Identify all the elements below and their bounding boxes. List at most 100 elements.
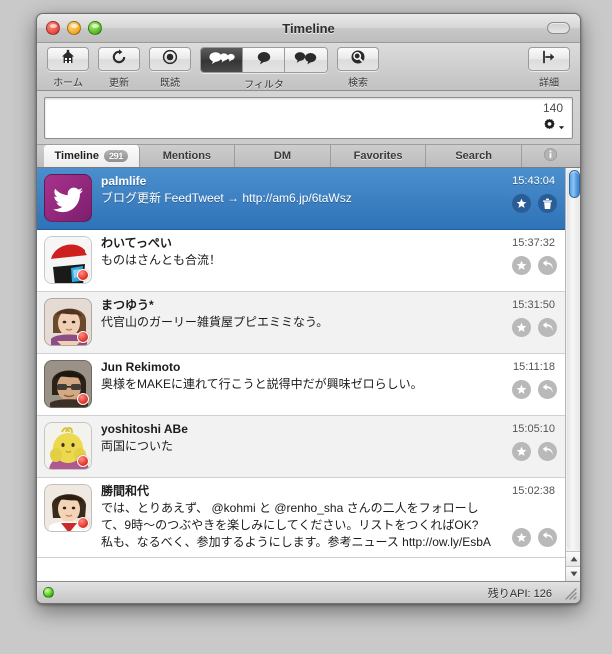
avatar[interactable] [44,236,92,284]
table-row[interactable]: まつゆう* 代官山のガーリー雑貨屋プピエミミなう。 15:31:50 [37,292,565,354]
detail-icon [541,49,557,70]
detail-button[interactable] [528,47,570,71]
filter-single[interactable] [243,48,285,72]
refresh-button-group: 更新 [98,47,140,89]
screen-name[interactable]: palmlife [101,174,493,189]
vertical-scrollbar[interactable] [565,168,580,581]
unread-indicator [77,331,89,343]
favorite-button[interactable] [512,380,531,399]
avatar[interactable] [44,484,92,532]
tab-search-label: Search [455,150,493,162]
compose-input[interactable] [50,101,490,137]
filter-segmented-group: フィルタ [200,47,328,91]
table-row[interactable]: palmlife ブログ更新 FeedTweet → http://am6.jp… [37,168,565,230]
favorite-button[interactable] [512,528,531,547]
unread-indicator [77,393,89,405]
filter-conversation[interactable] [285,48,327,72]
scrollbar-thumb[interactable] [569,170,580,198]
row-actions [512,380,557,399]
avatar[interactable] [44,298,92,346]
row-actions [512,318,557,337]
tab-timeline-badge: 291 [103,150,129,162]
application-window: Timeline ホーム 更新 既読 フィルタ 検索 詳細 140 Timeli… [36,13,581,604]
timeline-list-container: palmlife ブログ更新 FeedTweet → http://am6.jp… [37,168,580,582]
tab-search[interactable]: Search [426,145,522,167]
trash-icon [543,198,552,209]
screen-name[interactable]: Jun Rekimoto [101,360,493,375]
compose-options-button[interactable] [543,118,565,136]
avatar[interactable] [44,422,92,470]
favorite-button[interactable] [512,194,531,213]
tab-timeline-label: Timeline [54,150,99,162]
timestamp: 15:37:32 [512,237,555,249]
tweet-text: 奥様をMAKEに連れて行こうと説得中だが興味ゼロらしい。 [101,377,423,391]
table-row[interactable]: yoshitoshi ABe 両国についた 15:05:10 [37,416,565,478]
favorite-button[interactable] [512,256,531,275]
reply-button[interactable] [538,318,557,337]
timestamp: 15:05:10 [512,423,555,435]
minimize-button[interactable] [67,21,81,35]
scroll-down-arrow[interactable] [566,566,580,581]
search-icon [350,49,366,70]
mark-read-button[interactable] [149,47,191,71]
table-row[interactable]: わいてっぺい ものはさんとも合流！ 15:37:32 [37,230,565,292]
tab-info[interactable] [521,145,580,167]
home-button[interactable] [47,47,89,71]
tweet-body: Jun Rekimoto 奥様をMAKEに連れて行こうと説得中だが興味ゼロらしい… [101,360,557,409]
resize-grip[interactable] [564,587,577,600]
timestamp: 15:31:50 [512,299,555,311]
favorite-button[interactable] [512,318,531,337]
avatar[interactable] [44,360,92,408]
tab-mentions[interactable]: Mentions [139,145,236,167]
zoom-button[interactable] [88,21,102,35]
scrollbar-track[interactable] [567,168,580,551]
filter-all[interactable] [201,48,243,72]
close-button[interactable] [46,21,60,35]
reply-icon [542,532,553,542]
mark-read-icon [162,49,178,70]
all-tweets-icon [209,51,235,70]
screen-name[interactable]: 勝間和代 [101,484,493,499]
status-bar: 残りAPI: 126 [37,582,580,603]
tweet-text: ものはさんとも合流！ [101,253,222,267]
search-button[interactable] [337,47,379,71]
screen-name[interactable]: まつゆう* [101,298,493,313]
reply-button[interactable] [538,256,557,275]
row-actions [512,256,557,275]
tweet-body: palmlife ブログ更新 FeedTweet → http://am6.jp… [101,174,557,223]
toolbar-toggle-button[interactable] [547,22,570,34]
tab-favorites[interactable]: Favorites [330,145,427,167]
tweet-body: わいてっぺい ものはさんとも合流！ [101,236,557,285]
favorite-button[interactable] [512,442,531,461]
scroll-up-arrow[interactable] [566,551,580,566]
compose-area: 140 [37,91,580,144]
delete-button[interactable] [538,194,557,213]
star-icon [516,446,527,456]
screen-name[interactable]: yoshitoshi ABe [101,422,493,437]
star-icon [516,532,527,542]
unread-indicator [77,269,89,281]
double-bubble-icon [294,51,318,70]
timestamp: 15:11:18 [512,361,555,373]
timestamp: 15:43:04 [512,175,555,187]
refresh-button[interactable] [98,47,140,71]
table-row[interactable]: 勝間和代 では、とりあえず、 @kohmi と @renho_sha さんの二人… [37,478,565,558]
screen-name[interactable]: わいてっぺい [101,236,493,251]
single-bubble-icon [255,51,273,70]
info-icon [543,147,558,165]
reply-icon [542,322,553,332]
reply-icon [542,384,553,394]
compose-box[interactable]: 140 [44,97,573,139]
reply-button[interactable] [538,442,557,461]
reply-button[interactable] [538,528,557,547]
reply-button[interactable] [538,380,557,399]
avatar[interactable] [44,174,92,222]
row-actions [512,442,557,461]
main-toolbar: ホーム 更新 既読 フィルタ 検索 詳細 [37,43,580,91]
tab-dm[interactable]: DM [235,145,331,167]
tab-favorites-label: Favorites [353,150,403,162]
table-row[interactable]: Jun Rekimoto 奥様をMAKEに連れて行こうと説得中だが興味ゼロらしい… [37,354,565,416]
tab-mentions-label: Mentions [162,150,212,162]
tab-timeline[interactable]: Timeline 291 [44,145,140,167]
window-titlebar[interactable]: Timeline [37,14,580,43]
